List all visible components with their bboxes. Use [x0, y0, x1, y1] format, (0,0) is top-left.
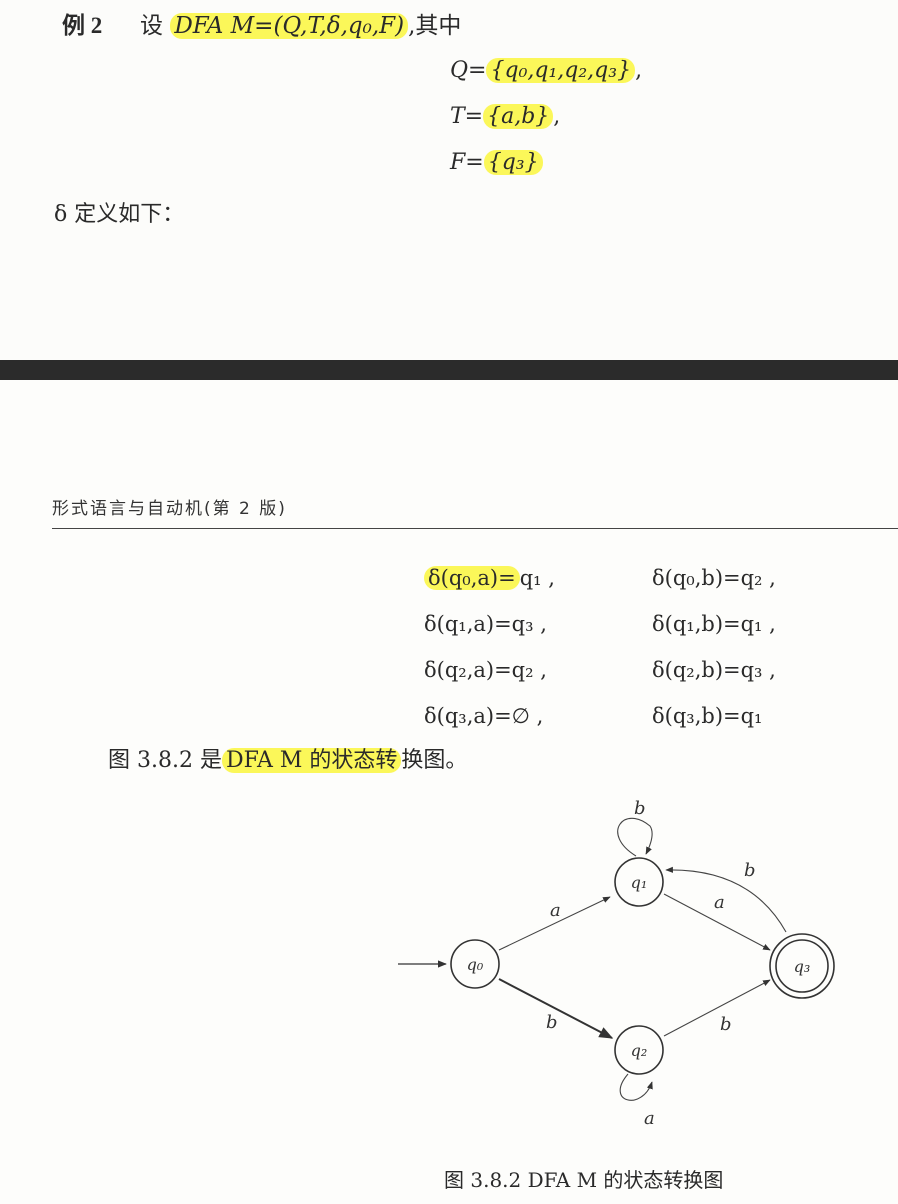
transition-left-0-highlight: δ(q₀,a)=	[424, 566, 520, 590]
transition-right-0: δ(q₀,b)=q₂ ,	[652, 566, 776, 590]
figure-ref-highlight: DFA M 的状态转	[221, 748, 402, 773]
example-label: 例 2	[62, 13, 103, 38]
set-F-line: F= {q₃}	[450, 150, 543, 175]
state-q3-label: q₃	[794, 957, 811, 976]
set-T-line: T= {a,b},	[450, 104, 560, 129]
figure-reference: 图 3.8.2 是 DFA M 的状态转 换图。	[108, 742, 467, 774]
label-q1-q3: a	[714, 892, 725, 913]
label-q3-q1: b	[744, 860, 756, 881]
label-q0-q2: b	[546, 1012, 558, 1033]
loop-q2	[619, 1073, 653, 1101]
state-q1-label: q₁	[631, 873, 648, 892]
running-header: 形式语言与自动机(第 2 版)	[52, 499, 287, 519]
label-q0-q1: a	[550, 900, 561, 921]
transition-left-3: δ(q₃,a)=∅ ,	[424, 704, 544, 728]
page-divider-band	[0, 360, 898, 380]
T-end: ,	[553, 104, 561, 129]
intro-suffix: ,其中	[408, 13, 462, 39]
label-q2-q3: b	[720, 1014, 732, 1035]
Q-lhs: Q=	[450, 58, 487, 83]
state-q0-label: q₀	[467, 955, 484, 974]
transition-left-1: δ(q₁,a)=q₃ ,	[424, 612, 547, 636]
Q-end: ,	[635, 58, 643, 83]
loop-q1	[617, 817, 653, 857]
intro-highlight: DFA M=(Q,T,δ,q₀,F)	[170, 13, 409, 39]
figure-caption: 图 3.8.2 DFA M 的状态转换图	[444, 1168, 724, 1192]
transition-left-2: δ(q₂,a)=q₂ ,	[424, 658, 547, 682]
F-set: {q₃}	[483, 150, 543, 175]
example-intro: 设 DFA M=(Q,T,δ,q₀,F) ,其中	[140, 6, 461, 40]
transition-left-0: δ(q₀,a)= q₁ ,	[424, 566, 555, 590]
upper-page	[0, 0, 898, 360]
header-rule	[52, 528, 898, 529]
set-Q-line: Q= {q₀,q₁,q₂,q₃},	[450, 58, 642, 83]
Q-set: {q₀,q₁,q₂,q₃}	[486, 58, 636, 83]
state-transition-diagram: q₀ q₁ q₂ q₃ a b a b b b a	[398, 798, 835, 1129]
F-lhs: F=	[450, 150, 484, 175]
intro-prefix: 设	[140, 13, 163, 39]
figure-ref-prefix: 图 3.8.2 是	[108, 748, 222, 773]
edge-q2-q3	[663, 979, 771, 1037]
transition-right-2: δ(q₂,b)=q₃ ,	[652, 658, 776, 682]
delta-intro: δ 定义如下：	[54, 202, 185, 227]
transition-right-3: δ(q₃,b)=q₁	[652, 704, 763, 728]
T-lhs: T=	[450, 104, 484, 129]
edge-q3-q1	[665, 866, 787, 933]
transition-right-1: δ(q₁,b)=q₁ ,	[652, 612, 776, 636]
state-q2-label: q₂	[631, 1041, 648, 1060]
T-set: {a,b}	[483, 104, 554, 129]
label-loop-q2: a	[644, 1108, 655, 1129]
transition-left-0-rest: q₁ ,	[519, 566, 555, 590]
figure-ref-suffix: 换图。	[401, 748, 468, 773]
label-loop-q1: b	[634, 798, 646, 819]
